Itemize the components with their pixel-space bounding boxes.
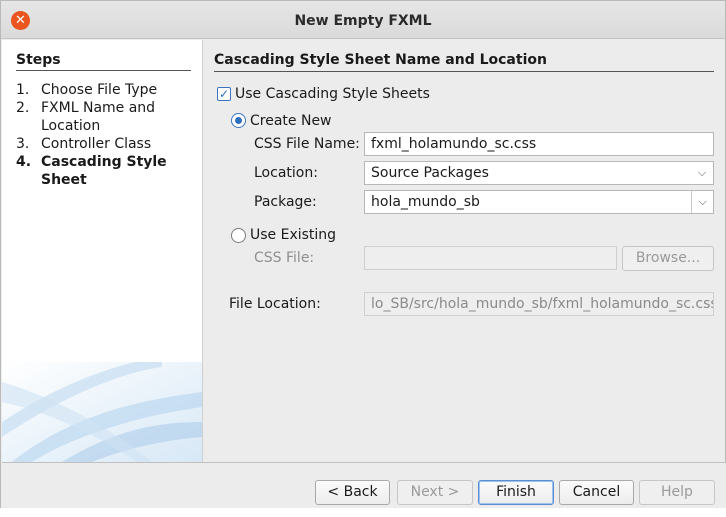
help-button[interactable]: Help [639,480,715,505]
window-title: New Empty FXML [294,13,432,29]
finish-button[interactable]: Finish [478,480,554,505]
css-file-input[interactable] [364,246,617,270]
css-file-name-input[interactable]: fxml_holamundo_sc.css [364,132,714,156]
cancel-button[interactable]: Cancel [559,480,634,505]
back-button[interactable]: < Back [315,480,390,505]
steps-divider [16,70,191,71]
chevron-down-icon[interactable]: ⌵ [691,162,713,184]
step-number: 4. [16,154,32,170]
create-new-label[interactable]: Create New [250,113,332,129]
step-label: Controller Class [41,136,152,152]
chevron-down-icon[interactable]: ⌵ [691,191,713,213]
location-value: Source Packages [371,165,489,181]
step-item-cascading-style-sheet: 4. Cascading Style Sheet [16,153,200,189]
step-item-controller-class: 3. Controller Class [16,135,200,153]
step-number: 1. [16,82,30,98]
step-label: FXML Name and Location [41,100,156,134]
use-existing-radio[interactable] [231,228,246,243]
css-file-name-label: CSS File Name: [254,136,360,152]
location-select[interactable]: Source Packages ⌵ [364,161,714,185]
step-number: 2. [16,100,30,116]
browse-button[interactable]: Browse... [622,246,714,271]
button-bar: < Back Next > Finish Cancel Help [2,463,726,511]
step-number: 3. [16,136,30,152]
css-file-label: CSS File: [254,250,315,266]
step-item-fxml-name-location: 2. FXML Name and Location [16,99,200,135]
location-label: Location: [254,165,318,181]
file-location-label: File Location: [229,296,321,312]
file-location-field[interactable]: lo_SB/src/hola_mundo_sb/fxml_holamundo_s… [364,292,714,316]
package-combobox[interactable]: hola_mundo_sb ⌵ [364,190,714,214]
next-button[interactable]: Next > [397,480,473,505]
use-css-checkbox[interactable]: ✓ [217,87,231,101]
section-heading: Cascading Style Sheet Name and Location [214,52,547,68]
step-label: Choose File Type [41,82,158,98]
package-label: Package: [254,194,317,210]
use-css-label[interactable]: Use Cascading Style Sheets [235,86,430,102]
step-label: Cascading Style Sheet [41,154,167,188]
dialog-window: ✕ New Empty FXML Steps 1. Choose File Ty… [0,0,726,517]
background-editor-strip [0,508,726,517]
package-value: hola_mundo_sb [371,194,480,210]
content-panel: Cascading Style Sheet Name and Location … [203,40,725,462]
steps-panel: Steps 1. Choose File Type 2. FXML Name a… [2,40,202,462]
create-new-radio[interactable] [231,113,246,128]
wizard-decoration-graphic [2,362,202,462]
use-existing-label[interactable]: Use Existing [250,227,336,243]
steps-list: 1. Choose File Type 2. FXML Name and Loc… [16,81,200,189]
title-bar: ✕ New Empty FXML [1,1,725,39]
css-file-name-value: fxml_holamundo_sc.css [371,136,537,152]
checkmark-icon: ✓ [218,87,230,101]
steps-heading: Steps [16,52,61,68]
file-location-value: lo_SB/src/hola_mundo_sb/fxml_holamundo_s… [371,296,714,312]
section-divider [214,71,714,72]
step-item-choose-file-type: 1. Choose File Type [16,81,200,99]
